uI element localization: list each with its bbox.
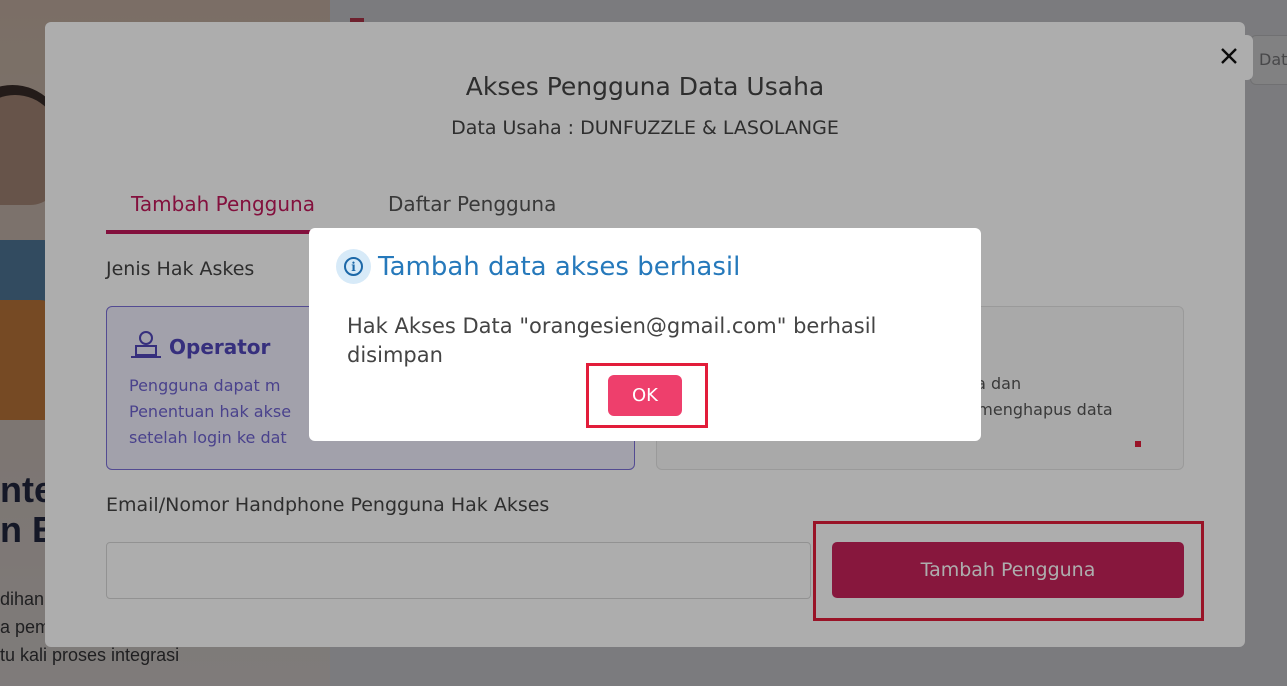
alert-message: Hak Akses Data "orangesien@gmail.com" be… bbox=[347, 314, 877, 367]
alert-title: Tambah data akses berhasil bbox=[378, 252, 741, 282]
ok-highlight-box bbox=[586, 363, 708, 428]
info-icon: i bbox=[336, 249, 371, 284]
